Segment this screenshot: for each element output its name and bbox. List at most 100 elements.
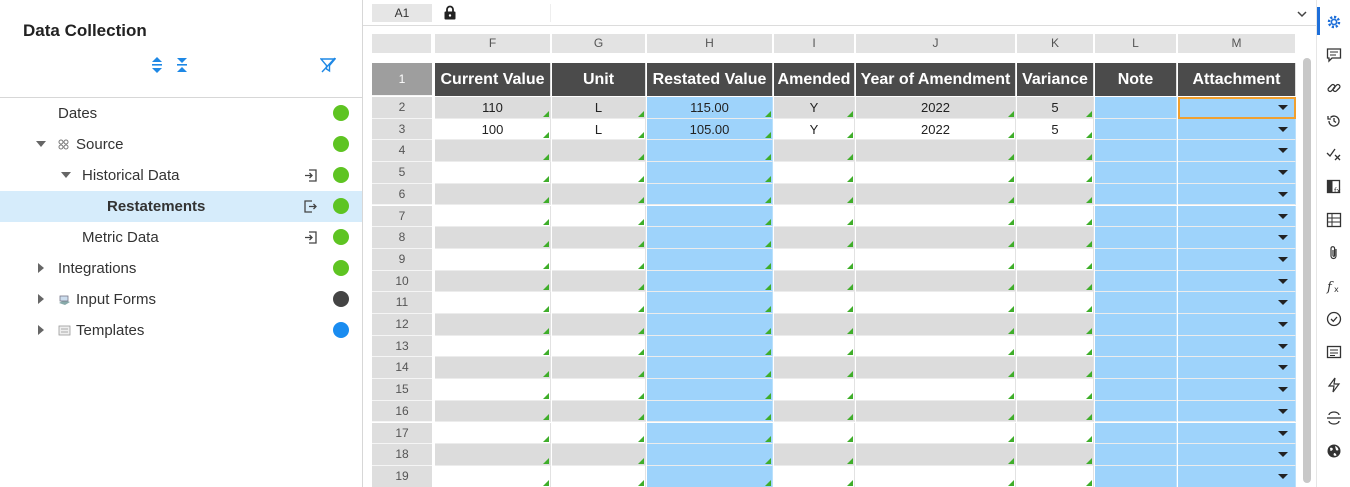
table-cell[interactable] <box>1017 270 1094 293</box>
dropdown-arrow-icon[interactable] <box>1278 126 1288 132</box>
globe-icon[interactable] <box>1326 443 1342 459</box>
table-cell[interactable] <box>552 400 646 423</box>
table-cell[interactable] <box>552 465 646 487</box>
table-cell[interactable] <box>1178 248 1296 271</box>
table-cell[interactable] <box>774 314 855 336</box>
check-circle-icon[interactable] <box>1326 311 1342 327</box>
table-cell[interactable]: 2022 <box>856 97 1016 119</box>
table-cell[interactable] <box>1178 357 1296 380</box>
table-cell[interactable] <box>1095 183 1177 206</box>
table-cell[interactable] <box>774 357 855 380</box>
expand-all-icon[interactable] <box>149 56 165 74</box>
table-cell[interactable] <box>552 183 646 206</box>
table-cell[interactable] <box>647 162 773 184</box>
table-cell[interactable] <box>1178 227 1296 249</box>
table-cell[interactable] <box>1095 162 1177 184</box>
table-cell[interactable] <box>1017 444 1094 466</box>
table-cell[interactable] <box>435 444 551 466</box>
table-cell[interactable] <box>552 248 646 271</box>
table-cell[interactable] <box>774 183 855 206</box>
table-cell[interactable] <box>1178 118 1296 141</box>
table-cell[interactable] <box>647 227 773 249</box>
column-header[interactable]: G <box>552 34 646 53</box>
table-cell[interactable] <box>435 465 551 487</box>
dropdown-arrow-icon[interactable] <box>1278 278 1288 284</box>
selected-cell[interactable] <box>1178 97 1296 119</box>
table-cell[interactable] <box>856 422 1016 445</box>
tree-item-templates[interactable]: Templates <box>0 315 362 346</box>
table-cell[interactable] <box>774 162 855 184</box>
dropdown-arrow-icon[interactable] <box>1278 191 1288 197</box>
table-cell[interactable] <box>774 379 855 401</box>
table-cell[interactable] <box>552 335 646 358</box>
table-cell[interactable]: 5 <box>1017 118 1094 141</box>
table-cell[interactable] <box>647 292 773 314</box>
caret-right-icon[interactable] <box>35 262 47 274</box>
table-cell[interactable] <box>856 314 1016 336</box>
header-cell[interactable]: Variance <box>1017 63 1094 96</box>
caret-down-icon[interactable] <box>60 169 72 181</box>
table-cell[interactable] <box>856 335 1016 358</box>
table-cell[interactable] <box>1095 205 1177 228</box>
table-cell[interactable] <box>647 270 773 293</box>
table-cell[interactable] <box>435 292 551 314</box>
formula-sheet-icon[interactable]: fx <box>1326 179 1342 195</box>
table-icon[interactable] <box>1326 212 1342 228</box>
table-cell[interactable] <box>435 379 551 401</box>
paperclip-icon[interactable] <box>1326 245 1342 261</box>
table-cell[interactable]: Y <box>774 118 855 141</box>
table-cell[interactable] <box>1017 292 1094 314</box>
tree-item-integrations[interactable]: Integrations <box>0 253 362 284</box>
tree-item-historical-data[interactable]: Historical Data <box>0 160 362 191</box>
dropdown-arrow-icon[interactable] <box>1278 148 1288 154</box>
table-cell[interactable]: Y <box>774 97 855 119</box>
dropdown-arrow-icon[interactable] <box>1278 105 1288 110</box>
dropdown-arrow-icon[interactable] <box>1278 387 1288 393</box>
lock-icon[interactable] <box>443 5 457 20</box>
export-icon[interactable] <box>304 200 317 213</box>
column-header[interactable]: J <box>856 34 1016 53</box>
table-cell[interactable] <box>552 292 646 314</box>
table-cell[interactable] <box>435 248 551 271</box>
table-cell[interactable]: 110 <box>435 97 551 119</box>
table-cell[interactable] <box>774 270 855 293</box>
table-cell[interactable] <box>856 357 1016 380</box>
table-cell[interactable] <box>435 270 551 293</box>
table-cell[interactable] <box>552 205 646 228</box>
dropdown-arrow-icon[interactable] <box>1278 365 1288 371</box>
dropdown-arrow-icon[interactable] <box>1278 322 1288 327</box>
row-header[interactable]: 1 <box>372 63 432 96</box>
dropdown-arrow-icon[interactable] <box>1278 300 1288 306</box>
header-cell[interactable]: Current Value <box>435 63 551 96</box>
column-header[interactable]: I <box>774 34 855 53</box>
table-cell[interactable] <box>1095 97 1177 119</box>
row-header[interactable]: 5 <box>372 162 432 184</box>
table-cell[interactable] <box>1017 379 1094 401</box>
table-cell[interactable] <box>774 465 855 487</box>
table-cell[interactable] <box>774 292 855 314</box>
table-cell[interactable] <box>1017 205 1094 228</box>
row-header[interactable]: 11 <box>372 292 432 314</box>
column-header[interactable]: L <box>1095 34 1177 53</box>
table-cell[interactable] <box>552 357 646 380</box>
table-cell[interactable] <box>647 444 773 466</box>
table-cell[interactable] <box>435 205 551 228</box>
header-cell[interactable]: Note <box>1095 63 1177 96</box>
table-cell[interactable] <box>1095 270 1177 293</box>
row-header[interactable]: 7 <box>372 205 432 228</box>
table-cell[interactable] <box>647 140 773 163</box>
table-cell[interactable] <box>647 314 773 336</box>
table-cell[interactable] <box>647 248 773 271</box>
caret-right-icon[interactable] <box>35 293 47 305</box>
table-cell[interactable] <box>856 292 1016 314</box>
table-cell[interactable] <box>1095 379 1177 401</box>
table-cell[interactable] <box>552 314 646 336</box>
dropdown-arrow-icon[interactable] <box>1278 213 1288 219</box>
dropdown-arrow-icon[interactable] <box>1278 473 1288 479</box>
table-cell[interactable] <box>856 205 1016 228</box>
table-cell[interactable] <box>774 205 855 228</box>
tree-item-restatements[interactable]: Restatements <box>0 191 362 222</box>
table-cell[interactable] <box>856 379 1016 401</box>
table-cell[interactable] <box>1095 357 1177 380</box>
table-cell[interactable] <box>1178 444 1296 466</box>
